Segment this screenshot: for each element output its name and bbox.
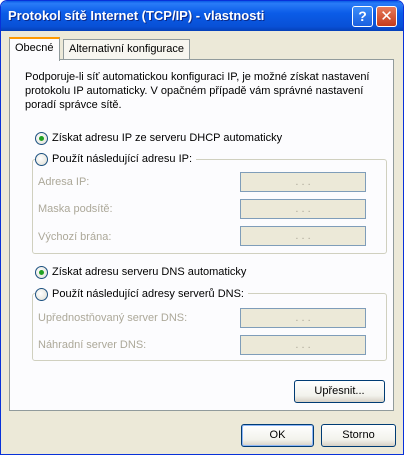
radio-obtain-ip-auto-label: Získat adresu IP ze serveru DHCP automat… [52, 132, 283, 144]
ok-button[interactable]: OK [241, 424, 314, 447]
tab-panel-general: Podporuje-li síť automatickou konfigurac… [9, 59, 394, 411]
radio-use-dns-manual[interactable]: Použít následující adresy serverů DNS: [35, 286, 248, 302]
close-button[interactable]: ✕ [376, 6, 397, 27]
tab-general[interactable]: Obecné [9, 37, 60, 61]
ip-address-label: Adresa IP: [38, 176, 90, 188]
dialog-window: Protokol sítě Internet (TCP/IP) - vlastn… [0, 0, 404, 455]
preferred-dns-label: Upřednostňovaný server DNS: [38, 312, 188, 324]
subnet-mask-field[interactable]: . . . [240, 199, 366, 219]
default-gateway-field[interactable]: . . . [240, 226, 366, 246]
default-gateway-value: . . . [295, 230, 311, 242]
radio-selected-icon [35, 131, 48, 145]
advanced-button[interactable]: Upřesnit... [294, 380, 385, 403]
radio-unselected-icon [35, 287, 48, 301]
cancel-button[interactable]: Storno [321, 424, 396, 447]
alternate-dns-value: . . . [295, 339, 311, 351]
help-button[interactable]: ? [352, 6, 373, 27]
window-title: Protokol sítě Internet (TCP/IP) - vlastn… [8, 8, 265, 23]
alternate-dns-label: Náhradní server DNS: [38, 339, 147, 351]
ip-address-value: . . . [295, 176, 311, 188]
radio-unselected-icon [35, 152, 48, 166]
radio-selected-icon [35, 265, 48, 279]
subnet-mask-label: Maska podsítě: [38, 203, 113, 215]
radio-use-dns-manual-label: Použít následující adresy serverů DNS: [52, 288, 244, 300]
alternate-dns-field[interactable]: . . . [240, 335, 366, 355]
default-gateway-label: Výchozí brána: [38, 231, 112, 243]
description-text: Podporuje-li síť automatickou konfigurac… [25, 71, 370, 111]
preferred-dns-field[interactable]: . . . [240, 308, 366, 328]
radio-use-ip-manual[interactable]: Použít následující adresu IP: [35, 151, 197, 167]
ip-address-field[interactable]: . . . [240, 172, 366, 192]
preferred-dns-value: . . . [295, 312, 311, 324]
radio-obtain-dns-auto-label: Získat adresu serveru DNS automaticky [52, 266, 247, 278]
radio-obtain-dns-auto[interactable]: Získat adresu serveru DNS automaticky [35, 264, 246, 280]
tab-alternate-configuration[interactable]: Alternativní konfigurace [63, 39, 190, 59]
subnet-mask-value: . . . [295, 203, 311, 215]
title-bar[interactable]: Protokol sítě Internet (TCP/IP) - vlastn… [1, 1, 403, 31]
radio-obtain-ip-auto[interactable]: Získat adresu IP ze serveru DHCP automat… [35, 130, 282, 146]
radio-use-ip-manual-label: Použít následující adresu IP: [52, 153, 193, 165]
